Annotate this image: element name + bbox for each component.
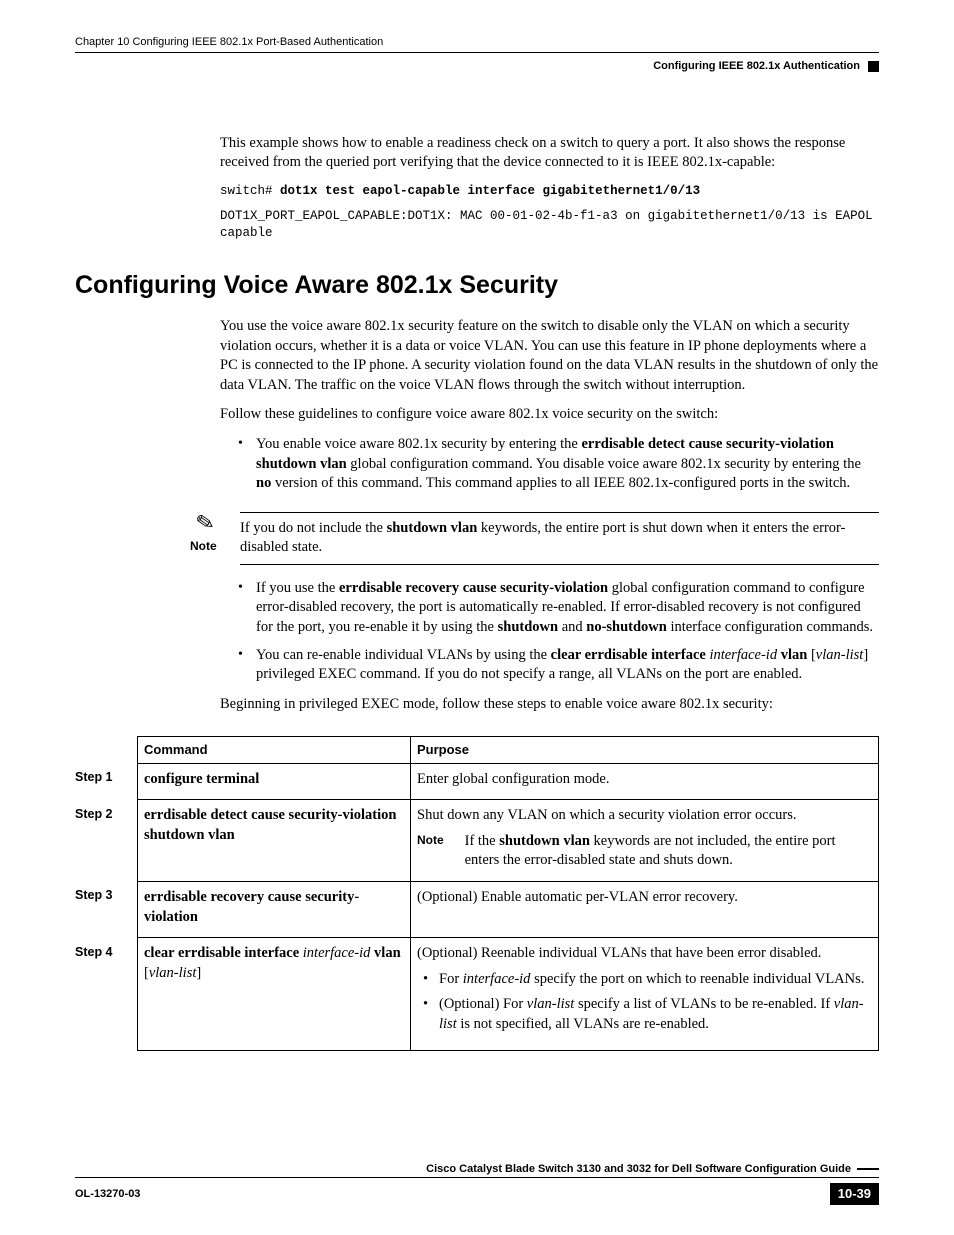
step-label: Step 3 xyxy=(75,881,138,937)
command-cell: errdisable detect cause security-violati… xyxy=(138,800,411,882)
header-section: Configuring IEEE 802.1x Authentication xyxy=(653,59,860,74)
command-cell: configure terminal xyxy=(138,763,411,800)
purpose-cell: (Optional) Enable automatic per-VLAN err… xyxy=(411,881,879,937)
guideline-list-2: If you use the errdisable recovery cause… xyxy=(238,579,879,685)
table-row: Step 3 errdisable recovery cause securit… xyxy=(75,881,879,937)
page-header: Chapter 10 Configuring IEEE 802.1x Port-… xyxy=(75,35,879,53)
col-step xyxy=(75,737,138,764)
purpose-cell: Enter global configuration mode. xyxy=(411,763,879,800)
table-header-row: Command Purpose xyxy=(75,737,879,764)
footer-title: Cisco Catalyst Blade Switch 3130 and 303… xyxy=(426,1162,851,1177)
guideline-item-2: If you use the errdisable recovery cause… xyxy=(238,579,879,638)
page-number: 10-39 xyxy=(830,1183,879,1205)
cli-prompt: switch# xyxy=(220,184,280,198)
list-item: (Optional) For vlan-list specify a list … xyxy=(423,995,872,1034)
guideline-list: You enable voice aware 802.1x security b… xyxy=(238,435,879,494)
purpose-cell: Shut down any VLAN on which a security v… xyxy=(411,800,879,882)
table-row: Step 2 errdisable detect cause security-… xyxy=(75,800,879,882)
list-item: For interface-id specify the port on whi… xyxy=(423,970,872,990)
step-label: Step 4 xyxy=(75,938,138,1051)
cli-command: dot1x test eapol-capable interface gigab… xyxy=(280,184,700,198)
page-footer: Cisco Catalyst Blade Switch 3130 and 303… xyxy=(75,1162,879,1205)
command-cell: errdisable recovery cause security-viola… xyxy=(138,881,411,937)
table-row: Step 4 clear errdisable interface interf… xyxy=(75,938,879,1051)
header-chapter: Chapter 10 Configuring IEEE 802.1x Port-… xyxy=(75,35,383,50)
header-section-row: Configuring IEEE 802.1x Authentication xyxy=(75,59,879,74)
col-purpose: Purpose xyxy=(411,737,879,764)
note-icon: ✎ xyxy=(194,510,216,535)
purpose-cell: (Optional) Reenable individual VLANs tha… xyxy=(411,938,879,1051)
cli-output: DOT1X_PORT_EAPOL_CAPABLE:DOT1X: MAC 00-0… xyxy=(220,208,879,242)
inline-note-label: Note xyxy=(417,832,461,848)
step-label: Step 2 xyxy=(75,800,138,882)
guideline-item-1: You enable voice aware 802.1x security b… xyxy=(238,435,879,494)
footer-rule-icon xyxy=(857,1168,879,1170)
guideline-item-3: You can re-enable individual VLANs by us… xyxy=(238,646,879,685)
section-p1: You use the voice aware 802.1x security … xyxy=(220,317,879,395)
footer-docnum: OL-13270-03 xyxy=(75,1187,140,1202)
note-label: Note xyxy=(190,538,240,554)
col-command: Command xyxy=(138,737,411,764)
section-p2: Follow these guidelines to configure voi… xyxy=(220,405,879,425)
command-table: Command Purpose Step 1 configure termina… xyxy=(75,736,879,1051)
note-body: If you do not include the shutdown vlan … xyxy=(240,512,879,565)
table-row: Step 1 configure terminal Enter global c… xyxy=(75,763,879,800)
section-p3: Beginning in privileged EXEC mode, follo… xyxy=(220,695,879,715)
note-block: ✎ Note If you do not include the shutdow… xyxy=(190,512,879,565)
intro-paragraph: This example shows how to enable a readi… xyxy=(220,134,879,173)
inline-note-body: If the shutdown vlan keywords are not in… xyxy=(465,832,868,871)
purpose-sublist: For interface-id specify the port on whi… xyxy=(423,970,872,1035)
header-marker-icon xyxy=(868,61,879,72)
command-cell: clear errdisable interface interface-id … xyxy=(138,938,411,1051)
step-label: Step 1 xyxy=(75,763,138,800)
cli-input: switch# dot1x test eapol-capable interfa… xyxy=(220,183,879,200)
section-heading: Configuring Voice Aware 802.1x Security xyxy=(75,269,879,303)
